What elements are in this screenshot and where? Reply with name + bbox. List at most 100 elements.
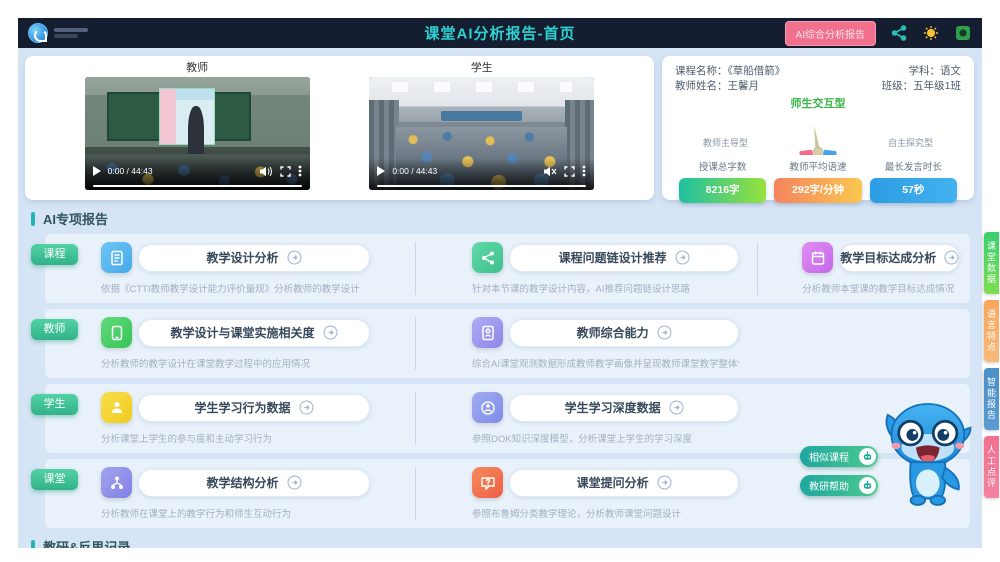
section-records-header: 教研&反思记录 <box>31 537 974 548</box>
report-card-desc: 分析教师的教学设计在课堂教学过程中的应用情况 <box>101 356 397 370</box>
student-video-label: 学生 <box>369 61 594 77</box>
theme-sun-icon[interactable] <box>922 24 940 42</box>
report-card-teaching-structure-analysis[interactable]: 教学结构分析 <box>138 469 370 497</box>
volume-muted-icon[interactable] <box>544 166 557 177</box>
document-icon <box>101 242 132 273</box>
side-tab-classroom-data[interactable]: 课堂数据 <box>984 232 999 294</box>
teacher-video-time: 0:00 / 44:43 <box>108 166 153 176</box>
stat-total-words: 授课总字数 8216字 <box>675 159 770 203</box>
side-tab-manual-review[interactable]: 人工点评 <box>984 436 999 498</box>
arrow-circle-icon <box>675 250 690 265</box>
volume-icon[interactable] <box>260 166 273 177</box>
arrow-circle-icon <box>287 250 302 265</box>
report-card-desc: 综合AI课堂观测数据形成教师教学画像并呈现教师课堂教学整体情况 <box>472 356 739 370</box>
assistant-widget: 相似课程 教研帮助 <box>800 398 976 514</box>
arrow-circle-icon <box>944 250 959 265</box>
video-panel: 教师 0:00 / 44:43 <box>25 56 654 200</box>
report-card-student-behavior-data[interactable]: 学生学习行为数据 <box>138 394 370 422</box>
stat-speech-rate-value: 292字/分钟 <box>774 178 861 203</box>
brand-logo-text <box>54 26 88 40</box>
report-card-goal-achievement-analysis[interactable]: 教学目标达成分析 <box>839 244 960 272</box>
arrow-circle-icon <box>657 325 672 340</box>
fullscreen-video-icon[interactable] <box>280 166 291 177</box>
teacher-name-row: 教师姓名：王馨月 <box>675 79 785 94</box>
page-title: 课堂AI分析报告-首页 <box>425 23 576 44</box>
report-card-teaching-design-analysis[interactable]: 教学设计分析 <box>138 244 370 272</box>
share-network-icon[interactable] <box>890 24 908 42</box>
report-card-design-implementation-correlation[interactable]: 教学设计与课堂实施相关度 <box>138 319 370 347</box>
student-video-time: 0:00 / 44:43 <box>392 166 437 176</box>
report-row-course: 课程 教学设计分析 依据《CTTI教师教学设计能力评价量规》分析教师的教学设计 <box>45 234 970 303</box>
report-card-student-depth-data[interactable]: 学生学习深度数据 <box>509 394 739 422</box>
course-name-value: 《草船借箭》 <box>728 65 786 77</box>
arrow-circle-icon <box>299 400 314 415</box>
row-tag-student: 学生 <box>31 394 78 415</box>
interaction-gauge: 师生交互型 教师主导型 <box>675 95 961 155</box>
stat-longest-speech-value: 57秒 <box>870 178 957 203</box>
question-icon <box>472 467 503 498</box>
gauge-title: 师生交互型 <box>675 95 961 111</box>
report-card-desc: 分析教师本堂课的教学目标达成情况 <box>802 281 960 295</box>
arrow-circle-icon <box>657 475 672 490</box>
mini-robot-icon <box>859 477 876 494</box>
play-icon[interactable] <box>93 166 101 176</box>
report-card-question-chain-recommend[interactable]: 课程问题链设计推荐 <box>509 244 739 272</box>
row-tag-course: 课程 <box>31 244 78 265</box>
arrow-circle-icon <box>669 400 684 415</box>
student-video-player[interactable]: 0:00 / 44:43 <box>369 77 594 190</box>
subject-row: 学科：语文 <box>882 64 961 79</box>
similar-courses-button[interactable]: 相似课程 <box>800 446 878 467</box>
brand-logo <box>28 23 88 43</box>
report-row-teacher: 教师 教学设计与课堂实施相关度 分析教师的教学设计在课堂教学过程中的应用情况 <box>45 309 970 378</box>
row-tag-teacher: 教师 <box>31 319 78 340</box>
profile-doc-icon <box>472 317 503 348</box>
teacher-name-value: 王馨月 <box>728 80 760 92</box>
calendar-icon <box>802 242 833 273</box>
kebab-menu-icon[interactable] <box>582 165 586 177</box>
fullscreen-icon[interactable] <box>954 24 972 42</box>
play-icon[interactable] <box>377 166 385 176</box>
gauge-right-label: 自主探究型 <box>888 136 933 155</box>
brand-logo-icon <box>28 23 48 43</box>
report-card-desc: 参照布鲁姆分类教学理论，分析教师课堂问题设计 <box>472 506 739 520</box>
teacher-video-label: 教师 <box>85 61 310 77</box>
robot-mascot[interactable] <box>876 398 976 515</box>
stat-speech-rate: 教师平均语速 292字/分钟 <box>770 159 865 203</box>
teacher-video-player[interactable]: 0:00 / 44:43 <box>85 77 310 190</box>
side-tab-language-features[interactable]: 语言特点 <box>984 300 999 362</box>
arrow-circle-icon <box>287 475 302 490</box>
teacher-video-progressbar[interactable] <box>93 185 302 188</box>
stat-longest-speech: 最长发言时长 57秒 <box>866 159 961 203</box>
class-value: 五年级1班 <box>913 80 961 92</box>
course-info-panel: 课程名称：《草船借箭》 教师姓名：王馨月 学科：语文 班级：五年级1班 师生交互… <box>662 56 974 200</box>
report-card-desc: 分析课堂上学生的参与度和主动学习行为 <box>101 431 397 445</box>
arrow-circle-icon <box>323 325 338 340</box>
section-records-title: 教研&反思记录 <box>43 537 130 548</box>
research-help-button[interactable]: 教研帮助 <box>800 475 878 496</box>
structure-icon <box>101 467 132 498</box>
report-card-desc: 分析教师在课堂上的教学行为和师生互动行为 <box>101 506 397 520</box>
section-ai-reports-title: AI专项报告 <box>43 209 108 228</box>
section-ai-reports-header: AI专项报告 <box>31 209 974 228</box>
course-name-row: 课程名称：《草船借箭》 <box>675 64 785 79</box>
side-tab-smart-report[interactable]: 智能报告 <box>984 368 999 430</box>
gauge-left-label: 教师主导型 <box>703 136 748 155</box>
section-accent-bar <box>31 212 35 226</box>
stat-total-words-value: 8216字 <box>679 178 766 203</box>
student-video-progressbar[interactable] <box>377 185 586 188</box>
subject-value: 语文 <box>940 65 961 77</box>
student-icon <box>101 392 132 423</box>
chain-icon <box>472 242 503 273</box>
ai-综合-report-button[interactable]: AI综合分析报告 <box>785 21 876 46</box>
report-card-teacher-overall-ability[interactable]: 教师综合能力 <box>509 319 739 347</box>
fullscreen-video-icon[interactable] <box>564 166 575 177</box>
report-card-desc: 针对本节课的教学设计内容，AI推荐问题链设计思路 <box>472 281 739 295</box>
report-card-desc: 依据《CTTI教师教学设计能力评价量规》分析教师的教学设计 <box>101 281 397 295</box>
top-header: 课堂AI分析报告-首页 AI综合分析报告 <box>18 18 982 48</box>
tablet-icon <box>101 317 132 348</box>
report-card-classroom-questioning-analysis[interactable]: 课堂提问分析 <box>509 469 739 497</box>
depth-icon <box>472 392 503 423</box>
kebab-menu-icon[interactable] <box>298 165 302 177</box>
mini-robot-icon <box>859 448 876 465</box>
section-accent-bar <box>31 540 35 549</box>
